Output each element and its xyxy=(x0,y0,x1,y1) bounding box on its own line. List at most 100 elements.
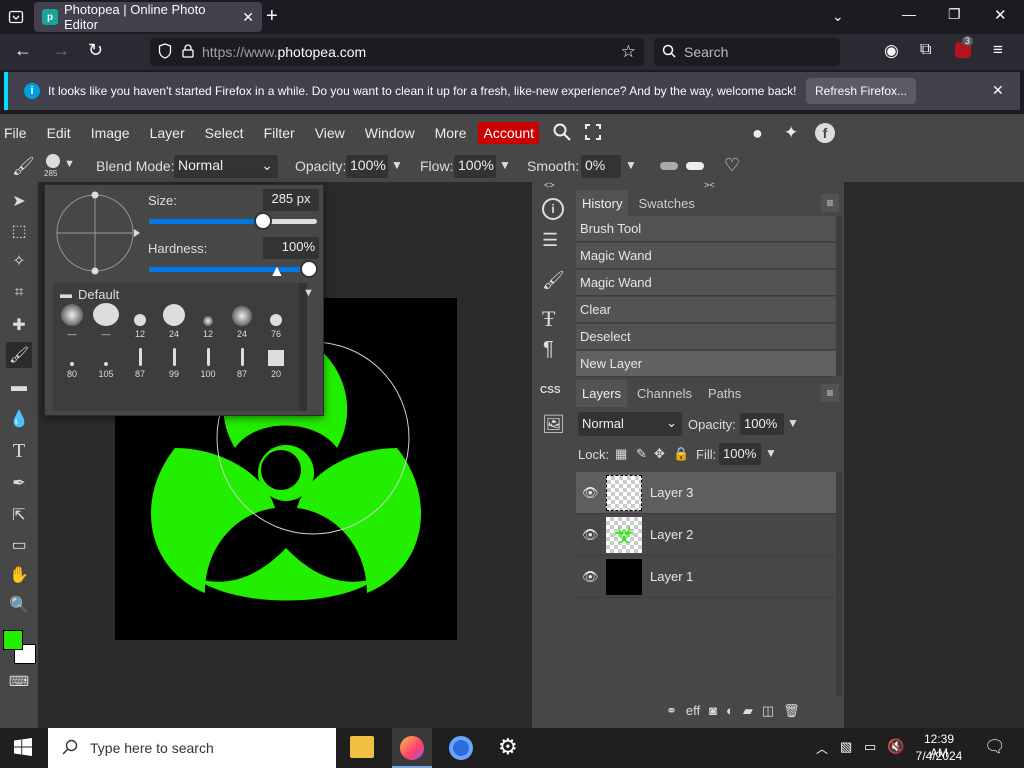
brush-preset[interactable]: 24 xyxy=(157,303,191,339)
shield-icon[interactable] xyxy=(158,42,172,62)
brush-preset[interactable]: 105 xyxy=(89,343,123,379)
brush-preset[interactable]: 24 xyxy=(225,303,259,339)
layers-scrollbar[interactable] xyxy=(836,472,842,696)
volume-muted-icon[interactable]: 🔇 xyxy=(887,738,904,755)
collapse-arrows-icon[interactable]: <> xyxy=(544,180,555,190)
delete-layer-icon[interactable]: 🗑 xyxy=(783,703,800,719)
brush-preset[interactable]: 80 xyxy=(55,343,89,379)
brush-preset-dropdown-icon[interactable]: ▼ xyxy=(64,158,75,170)
new-group-icon[interactable]: ▰ xyxy=(743,703,753,719)
brush-preset-dot[interactable] xyxy=(46,154,60,168)
crop-tool-icon[interactable]: ⌗ xyxy=(6,280,32,306)
blur-tool-icon[interactable]: 💧 xyxy=(6,406,32,432)
pressure-opacity-icon[interactable] xyxy=(686,162,704,170)
preset-folder-name[interactable]: Default xyxy=(78,287,119,302)
minimize-icon[interactable]: — xyxy=(902,6,916,22)
path-select-tool-icon[interactable]: ⇱ xyxy=(6,502,32,528)
brush-preset[interactable]: — xyxy=(89,303,123,339)
restore-icon[interactable]: ❐ xyxy=(948,6,961,23)
network-icon[interactable]: ▧ xyxy=(840,739,852,755)
history-item[interactable]: Clear xyxy=(576,297,836,323)
reload-icon[interactable]: ↻ xyxy=(88,40,103,61)
type-tool-icon[interactable]: T xyxy=(6,438,32,464)
layer-blend-mode-select[interactable]: Normal ⌄ xyxy=(578,412,682,436)
pen-tool-icon[interactable]: ✒ xyxy=(6,470,32,496)
settings-gear-icon[interactable]: ⚙ xyxy=(498,734,518,760)
close-window-icon[interactable]: ✕ xyxy=(994,6,1007,24)
healing-tool-icon[interactable]: ✚ xyxy=(6,312,32,338)
search-icon[interactable] xyxy=(553,123,571,144)
back-icon[interactable]: ← xyxy=(14,40,32,61)
layer-opacity-dropdown-icon[interactable]: ▼ xyxy=(787,416,799,430)
rectangle-tool-icon[interactable]: ▭ xyxy=(6,532,32,558)
menu-window[interactable]: Window xyxy=(363,123,417,143)
facebook-icon[interactable]: f xyxy=(815,123,835,143)
size-slider-knob[interactable] xyxy=(254,212,273,230)
search-input[interactable]: Search xyxy=(654,38,840,66)
file-explorer-icon[interactable] xyxy=(350,736,374,758)
brush-preset[interactable]: 99 xyxy=(157,343,191,379)
chrome-like-browser-icon[interactable] xyxy=(449,736,473,760)
account-button[interactable]: Account xyxy=(478,122,540,144)
lock-transparency-icon[interactable]: ▦ xyxy=(615,446,627,462)
menu-edit[interactable]: Edit xyxy=(45,123,73,143)
brush-preset[interactable]: 12 xyxy=(123,303,157,339)
lock-position-icon[interactable]: ✥ xyxy=(654,446,665,462)
brush-preset[interactable]: — xyxy=(55,303,89,339)
character-icon[interactable]: Ŧ xyxy=(542,306,555,332)
hamburger-menu-icon[interactable]: ≡ xyxy=(993,40,1003,60)
layer-row-layer-1[interactable]: 👁 Layer 1 xyxy=(576,556,836,598)
list-all-tabs-icon[interactable]: ⌄ xyxy=(832,8,844,25)
presets-menu-dropdown-icon[interactable]: ▼ xyxy=(303,287,314,299)
clock-date[interactable]: 7/4/2024 xyxy=(914,749,964,763)
notifications-icon[interactable]: 🗨 xyxy=(984,737,1006,757)
tab-channels[interactable]: Channels xyxy=(627,380,702,407)
smooth-dropdown-icon[interactable]: ▼ xyxy=(625,158,637,172)
foreground-color-swatch[interactable] xyxy=(3,630,23,650)
extensions-icon[interactable]: ⧉ xyxy=(920,41,931,59)
add-mask-icon[interactable]: ◙ xyxy=(709,703,717,719)
refresh-firefox-button[interactable]: Refresh Firefox... xyxy=(806,78,916,104)
brush-preset[interactable]: 100 xyxy=(191,343,225,379)
lock-pixels-icon[interactable]: ✎ xyxy=(636,446,647,462)
forward-icon[interactable]: → xyxy=(52,40,70,61)
eye-icon[interactable]: 👁 xyxy=(582,485,600,501)
close-notification-icon[interactable]: ✕ xyxy=(992,82,1004,99)
move-tool-icon[interactable]: ➤ xyxy=(6,188,32,214)
marquee-tool-icon[interactable]: ⬚ xyxy=(6,218,32,244)
firefox-icon[interactable] xyxy=(400,736,424,760)
menu-file[interactable]: File xyxy=(2,123,29,143)
size-input[interactable]: 285 px xyxy=(263,189,319,211)
brush-preset[interactable]: 12 xyxy=(191,303,225,339)
smooth-input[interactable]: 0% xyxy=(581,155,621,178)
history-item[interactable]: Brush Tool xyxy=(576,216,836,242)
layer-row-layer-3[interactable]: 👁 Layer 3 xyxy=(576,472,836,514)
paragraph-icon[interactable]: ¶ xyxy=(543,338,554,361)
bookmark-star-icon[interactable]: ☆ xyxy=(621,42,636,62)
hand-tool-icon[interactable]: ✋ xyxy=(6,562,32,588)
new-tab-icon[interactable]: + xyxy=(266,6,286,26)
history-item[interactable]: Magic Wand xyxy=(576,243,836,269)
layer-effects-icon[interactable]: eff xyxy=(686,703,700,719)
brush-preset[interactable]: 87 xyxy=(123,343,157,379)
eye-icon[interactable]: 👁 xyxy=(582,527,600,543)
fill-dropdown-icon[interactable]: ▼ xyxy=(765,446,777,460)
tab-history[interactable]: History xyxy=(576,189,629,217)
css-icon[interactable]: CSS xyxy=(540,385,561,396)
close-tab-icon[interactable]: ✕ xyxy=(242,9,254,26)
account-icon[interactable]: ◉ xyxy=(884,41,899,61)
reddit-icon[interactable]: ● xyxy=(752,123,763,144)
taskbar-search-input[interactable]: Type here to search xyxy=(48,728,336,768)
presets-scrollbar[interactable] xyxy=(299,283,307,411)
tab-paths[interactable]: Paths xyxy=(702,380,747,407)
brush-tool-icon[interactable]: 🖌 xyxy=(12,156,35,177)
history-item-selected[interactable]: New Layer xyxy=(576,351,836,377)
gradient-tool-icon[interactable]: ▬ xyxy=(6,374,32,400)
menu-image[interactable]: Image xyxy=(89,123,132,143)
url-bar[interactable]: https://www. photopea.com ☆ xyxy=(150,38,644,66)
pressure-size-icon[interactable] xyxy=(660,162,678,170)
menu-more[interactable]: More xyxy=(433,123,469,143)
collapse-panels-icon[interactable]: >< xyxy=(704,180,715,190)
brush-angle-dial[interactable] xyxy=(55,189,145,275)
keyboard-icon[interactable]: ⌨ xyxy=(6,668,32,694)
